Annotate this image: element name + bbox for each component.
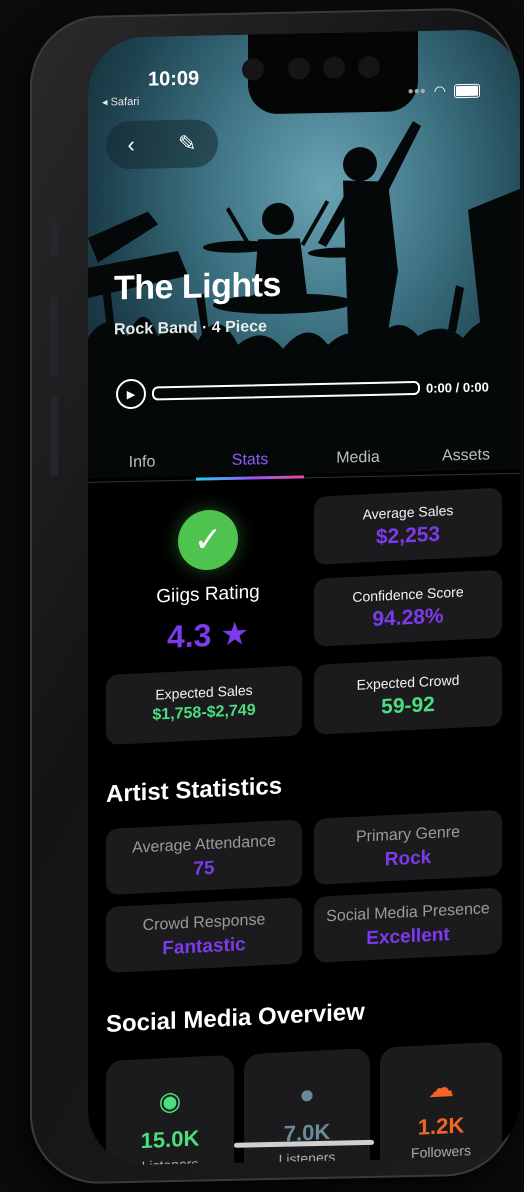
status-icons: ●●● ◠: [408, 82, 480, 101]
status-time: 10:09: [148, 67, 200, 91]
sensor: [323, 56, 345, 79]
edit-icon[interactable]: ✎: [178, 131, 196, 157]
back-to-safari[interactable]: ◂ Safari: [102, 95, 139, 109]
wifi-icon: ◠: [433, 82, 446, 99]
rating-label: Giigs Rating: [156, 581, 260, 608]
front-camera: [242, 58, 264, 81]
social-presence-card: Social Media Presence Excellent: [314, 887, 502, 963]
tab-assets[interactable]: Assets: [412, 437, 520, 475]
notch: [242, 30, 418, 115]
volume-down-button: [50, 396, 58, 477]
sensor: [288, 57, 310, 80]
social-presence-value: Excellent: [366, 924, 450, 950]
confidence-value: 94.28%: [372, 604, 444, 631]
signal-icon: ●●●: [407, 85, 426, 98]
battery-icon: [454, 83, 480, 98]
mute-switch: [50, 216, 58, 257]
spotify-card[interactable]: ◉ 15.0K Listeners: [106, 1054, 234, 1166]
average-sales-card: Average Sales $2,253: [314, 487, 502, 565]
apple-music-card[interactable]: ● 7.0K Listeners: [244, 1048, 370, 1166]
crowd-response-card: Crowd Response Fantastic: [106, 897, 302, 973]
rating-value: 4.3 ★: [166, 615, 250, 656]
sensor: [358, 55, 380, 79]
average-attendance-value: 75: [193, 857, 215, 880]
band-subtitle: Rock Band · 4 Piece: [114, 318, 267, 339]
soundcloud-card[interactable]: ☁ 1.2K Followers: [380, 1041, 502, 1166]
social-overview-title: Social Media Overview: [106, 998, 365, 1038]
phone-frame: 10:09 ◂ Safari ●●● ◠ ‹ ✎ The Lights Rock…: [30, 6, 520, 1186]
audio-time: 0:00 / 0:00: [426, 378, 489, 396]
apple-caption: Listeners: [278, 1148, 336, 1166]
back-icon[interactable]: ‹: [128, 132, 135, 158]
spotify-value: 15.0K: [140, 1125, 200, 1154]
top-nav-pill: ‹ ✎: [106, 119, 218, 170]
average-sales-value: $2,253: [375, 522, 441, 549]
primary-genre-value: Rock: [384, 847, 432, 871]
primary-genre-card: Primary Genre Rock: [314, 809, 502, 885]
average-attendance-card: Average Attendance 75: [106, 819, 302, 895]
expected-sales-card: Expected Sales $1,758-$2,749: [106, 665, 302, 745]
tab-info[interactable]: Info: [88, 444, 196, 482]
apple-icon: ●: [299, 1078, 315, 1110]
expected-crowd-value: 59-92: [381, 692, 435, 719]
audio-progress-bar[interactable]: [152, 380, 420, 401]
soundcloud-caption: Followers: [411, 1142, 471, 1162]
spotify-caption: Listeners: [141, 1155, 199, 1166]
tab-bar: Info Stats Media Assets: [88, 436, 520, 483]
confidence-card: Confidence Score 94.28%: [314, 569, 502, 647]
band-name: The Lights: [114, 265, 281, 308]
soundcloud-value: 1.2K: [417, 1112, 465, 1140]
artist-statistics-title: Artist Statistics: [106, 772, 283, 808]
soundcloud-icon: ☁: [428, 1071, 454, 1104]
volume-up-button: [50, 296, 58, 377]
spotify-icon: ◉: [158, 1085, 182, 1117]
tab-stats[interactable]: Stats: [196, 441, 304, 479]
tab-media[interactable]: Media: [304, 439, 412, 477]
expected-crowd-card: Expected Crowd 59-92: [314, 655, 502, 735]
check-icon: ✓: [178, 508, 238, 572]
screen: 10:09 ◂ Safari ●●● ◠ ‹ ✎ The Lights Rock…: [88, 28, 520, 1166]
play-icon[interactable]: ▶: [116, 378, 146, 410]
hero-image: 10:09 ◂ Safari ●●● ◠ ‹ ✎ The Lights Rock…: [88, 28, 520, 478]
crowd-response-value: Fantastic: [162, 934, 246, 960]
